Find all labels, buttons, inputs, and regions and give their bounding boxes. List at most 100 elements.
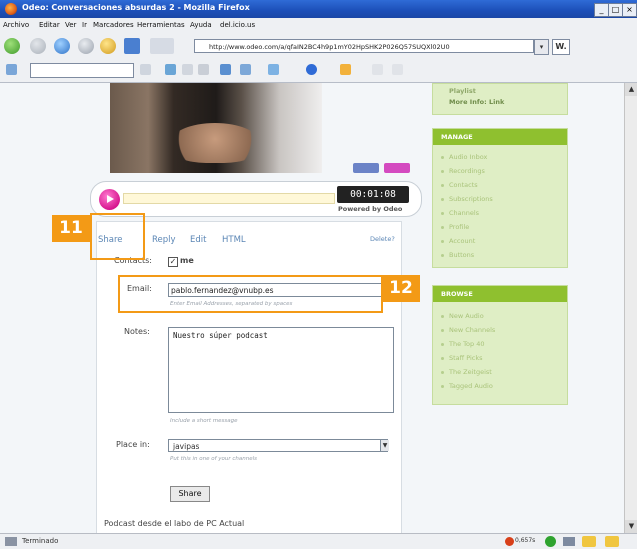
load-time: 0,657s [515,537,536,544]
addon-icon-yellow[interactable] [582,536,596,547]
stop-icon[interactable] [78,38,94,54]
callout-11: 11 [52,215,90,242]
time-display: 00:01:08 [337,186,409,203]
toolbar-icon-1[interactable] [165,64,176,75]
scroll-down-icon[interactable]: ▼ [625,520,637,533]
play-button[interactable] [99,189,120,210]
sidebar-item-subscriptions[interactable]: Subscriptions [441,195,493,203]
status-text: Terminado [22,537,59,545]
bookmark-icon[interactable] [124,38,140,54]
scroll-up-icon[interactable]: ▲ [625,83,637,96]
tab-html[interactable]: HTML [222,235,246,245]
menu-editar[interactable]: Editar [39,21,60,29]
place-hint: Put this in one of your channels [170,456,258,462]
more-info-link[interactable]: More Info: Link [449,98,504,106]
toolbar-icon-2[interactable] [182,64,193,75]
manage-header: MANAGE [433,129,567,145]
sidebar-item-new-channels[interactable]: New Channels [440,326,495,334]
sidebar-item-channels[interactable]: Channels [440,209,479,217]
callout-12: 12 [382,275,420,302]
toolbar-icon-9[interactable] [392,64,403,75]
toolbar-icon-3[interactable] [198,64,209,75]
address-dropdown-button[interactable]: ▾ [534,39,549,55]
maximize-button[interactable]: □ [608,3,623,17]
browse-header: BROWSE [433,286,567,302]
sidebar-item-account[interactable]: Account [440,237,475,245]
page-content: 00:01:08 Powered by Odeo Share Reply Edi… [0,83,624,533]
search-input[interactable] [30,63,134,78]
addon-icon-green[interactable] [545,536,556,547]
engine-icon[interactable] [6,64,17,75]
sidebar-item-new-audio[interactable]: New Audio [441,312,484,320]
menu-bar: Archivo Editar Ver Ir Marcadores Herrami… [0,18,637,34]
sidebar-item-profile[interactable]: Profile [440,223,469,231]
menu-herramientas[interactable]: Herramientas [137,21,185,29]
callout-11-frame [90,213,145,260]
callout-12-frame [118,275,383,313]
notes-textarea[interactable]: Nuestro súper podcast [168,327,394,413]
wikipedia-search-button[interactable]: W. [552,39,570,55]
menu-marcadores[interactable]: Marcadores [93,21,134,29]
back-icon[interactable] [4,38,20,54]
timer-icon [505,537,514,546]
chevron-down-icon[interactable]: ▼ [380,440,389,451]
sidebar-item-buttons[interactable]: Buttons [440,251,474,259]
mini-button-blue[interactable] [353,163,379,173]
toolbar-icon-4[interactable] [220,64,231,75]
vertical-scrollbar[interactable]: ▲ ▼ [624,83,637,533]
share-button[interactable]: Share [170,486,210,502]
channel-select[interactable]: javipas [168,439,388,452]
window-title: Odeo: Conversaciones absurdas 2 - Mozill… [22,3,250,12]
address-bar[interactable]: http://www.odeo.com/a/qfaIN2BC4h9p1mY02H… [194,39,534,53]
minimize-button[interactable]: _ [594,3,609,17]
sidebar-item-top-40[interactable]: The Top 40 [440,340,484,348]
addon-icon-yellow-2[interactable] [605,536,619,547]
tab-reply[interactable]: Reply [152,235,176,245]
browse-box: BROWSE New Audio New Channels The Top 40… [432,285,568,405]
contact-me-checkbox[interactable]: ✓ [168,257,178,267]
place-in-label: Place in: [116,440,150,449]
search-go-icon[interactable] [140,64,151,75]
forward-icon[interactable] [30,38,46,54]
menu-archivo[interactable]: Archivo [3,21,29,29]
podcast-photo [110,83,322,173]
sidebar-item-recordings[interactable]: Recordings [441,167,485,175]
page-status-icon [5,537,17,546]
menu-delicious[interactable]: del.icio.us [220,21,255,29]
toolbar-icon-7[interactable] [340,64,351,75]
navigation-toolbar: http://www.odeo.com/a/qfaIN2BC4h9p1mY02H… [0,34,637,59]
notes-hint: Include a short message [170,418,238,424]
sidebar-item-contacts[interactable]: Contacts [441,181,478,189]
reload-icon[interactable] [54,38,70,54]
toolbar-icon-8[interactable] [372,64,383,75]
playlist-label[interactable]: Playlist [449,87,476,95]
menu-ayuda[interactable]: Ayuda [190,21,212,29]
notes-label: Notes: [124,327,150,336]
home-icon[interactable] [100,38,116,54]
toolbar-icon-6[interactable] [268,64,279,75]
sidebar-item-zeitgeist[interactable]: The Zeitgeist [441,368,492,376]
firefox-icon [5,3,17,15]
status-bar: Terminado 0,657s [0,533,637,549]
sidebar-item-tagged-audio[interactable]: Tagged Audio [441,382,493,390]
powered-by-label: Powered by Odeo [338,205,403,213]
mini-button-pink[interactable] [384,163,410,173]
toolbar-icon-5[interactable] [240,64,251,75]
podcast-description: Podcast desde el labo de PC Actual [104,519,245,528]
audio-player: 00:01:08 Powered by Odeo [90,181,422,217]
tag-icon[interactable] [150,38,174,54]
tab-edit[interactable]: Edit [190,235,206,245]
close-button[interactable]: × [622,3,637,17]
window-titlebar: Odeo: Conversaciones absurdas 2 - Mozill… [0,0,637,18]
menu-ir[interactable]: Ir [82,21,87,29]
addon-icon-grey[interactable] [563,537,575,546]
progress-bar[interactable] [123,193,335,204]
manage-box: MANAGE Audio Inbox Recordings Contacts S… [432,128,568,268]
sidebar-item-audio-inbox[interactable]: Audio Inbox [440,153,487,161]
info-box: Playlist More Info: Link [432,83,568,115]
info-icon[interactable] [306,64,317,75]
sidebar-item-staff-picks[interactable]: Staff Picks [441,354,483,362]
contact-me-label: me [180,256,194,265]
menu-ver[interactable]: Ver [65,21,76,29]
delete-link[interactable]: Delete? [370,235,395,243]
